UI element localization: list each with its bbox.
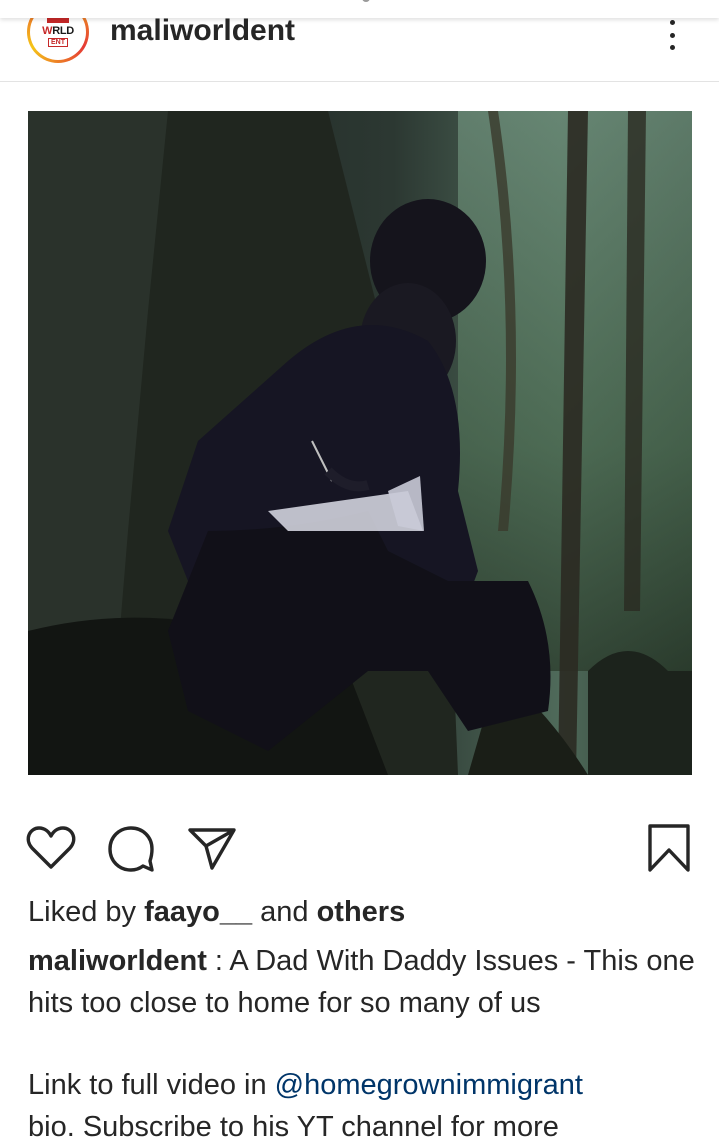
heart-icon [26, 826, 76, 869]
liked-by-user[interactable]: faayo__ [144, 896, 252, 928]
avatar-logo-top [47, 17, 69, 23]
avatar-logo-bottom: ENT [48, 37, 68, 47]
like-button[interactable] [25, 820, 77, 876]
post-media[interactable] [28, 111, 692, 775]
caption-cut-line: bio. Subscribe to his YT channel for mor… [28, 1111, 559, 1143]
video-still-image [28, 111, 692, 775]
comment-icon [108, 826, 154, 872]
avatar-logo-mid: WRLD [42, 24, 74, 37]
paper-plane-icon [188, 828, 236, 870]
mention-link[interactable]: @homegrownimmigrant [275, 1069, 583, 1101]
likes-prefix: Liked by [28, 896, 145, 928]
save-button[interactable] [643, 820, 695, 876]
post-username[interactable]: maliworldent [110, 14, 295, 48]
more-options-icon[interactable] [664, 20, 680, 50]
caption: maliworldent : A Dad With Daddy Issues -… [28, 940, 708, 1024]
post-actions [0, 820, 719, 880]
bookmark-icon [648, 824, 690, 872]
caption-link-line: Link to full video in @homegrownimmigran… [28, 1064, 719, 1106]
share-button[interactable] [186, 820, 238, 876]
likes-middle: and [252, 896, 317, 928]
liked-by-others[interactable]: others [317, 896, 406, 928]
caption-link-prefix: Link to full video in [28, 1069, 275, 1101]
caption-username[interactable]: maliworldent [28, 945, 207, 977]
status-bar [0, 0, 719, 18]
comment-button[interactable] [105, 820, 157, 876]
likes-line: Liked by faayo__ and others [28, 896, 405, 929]
